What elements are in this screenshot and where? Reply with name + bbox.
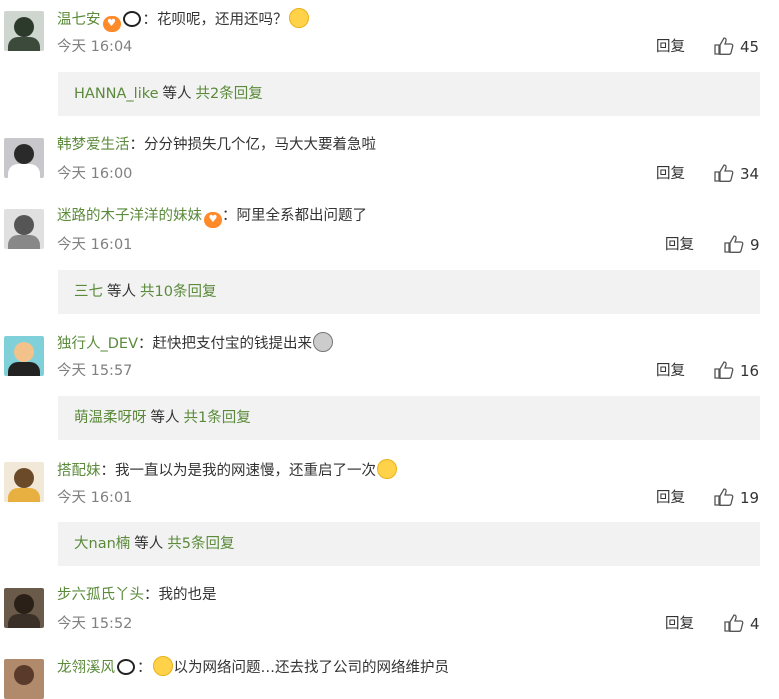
thumbs-up-icon <box>714 164 734 182</box>
vip-badge-icon: ♥ <box>102 16 121 32</box>
comment-text: 分分钟损失几个亿，马大大要着急啦 <box>144 137 376 153</box>
avatar[interactable] <box>4 209 44 249</box>
comment-text: 阿里全系都出问题了 <box>236 208 368 224</box>
sub-reply-bar[interactable]: 萌温柔呀呀 等人 共1条回复 <box>58 396 760 440</box>
laughing-face-emoji-icon <box>377 459 397 479</box>
avatar[interactable] <box>4 11 44 51</box>
sub-reply-bar[interactable]: HANNA_like 等人 共2条回复 <box>58 72 760 116</box>
like-button[interactable]: 19 <box>714 488 759 508</box>
sub-reply-bar[interactable]: 三七 等人 共10条回复 <box>58 270 760 314</box>
comment-text: 花呗呢，还用还吗？ <box>157 12 288 28</box>
sub-reply-total[interactable]: 共5条回复 <box>167 536 234 552</box>
sub-reply-total[interactable]: 共2条回复 <box>196 86 263 102</box>
reply-button[interactable]: 回复 <box>656 361 685 381</box>
like-button[interactable]: 4 <box>724 614 760 634</box>
avatar[interactable] <box>4 138 44 178</box>
cute-face-emoji-icon <box>288 8 309 28</box>
like-count: 34 <box>740 165 760 183</box>
reply-button[interactable]: 回复 <box>665 614 694 634</box>
avatar[interactable] <box>4 659 44 699</box>
like-count: 9 <box>750 236 760 254</box>
comment-text: 以为网络问题…还去找了公司的网络维护员 <box>173 660 450 676</box>
like-button[interactable]: 34 <box>714 164 759 184</box>
like-button[interactable]: 9 <box>724 235 760 255</box>
comment-text: 赶快把支付宝的钱提出来 <box>152 336 313 352</box>
avatar[interactable] <box>4 588 44 628</box>
like-button[interactable]: 16 <box>714 361 759 381</box>
comment-time: 今天 16:04 <box>57 39 133 55</box>
sub-reply-user[interactable]: HANNA_like <box>58 86 159 102</box>
avatar[interactable] <box>4 336 44 376</box>
username[interactable]: 龙翎溪风 <box>57 660 115 676</box>
like-count: 16 <box>740 362 760 380</box>
thumbs-up-icon <box>724 614 744 632</box>
username[interactable]: 韩梦爱生活 <box>57 137 130 153</box>
comment-time: 今天 16:01 <box>57 237 133 253</box>
reply-button[interactable]: 回复 <box>656 37 685 57</box>
thumbs-up-icon <box>714 361 734 379</box>
vip-badge-icon: ♥ <box>204 212 222 228</box>
sub-reply-user[interactable]: 萌温柔呀呀 <box>58 410 147 426</box>
sub-reply-user[interactable]: 大nan楠 <box>58 536 130 552</box>
comment-text: 我的也是 <box>158 587 217 603</box>
sub-reply-user[interactable]: 三七 <box>58 284 103 300</box>
avatar[interactable] <box>4 462 44 502</box>
sub-reply-total[interactable]: 共1条回复 <box>184 410 251 426</box>
username[interactable]: 搭配妹 <box>57 463 101 479</box>
reply-button[interactable]: 回复 <box>656 164 685 184</box>
comment-time: 今天 16:01 <box>57 490 133 506</box>
comment-time: 今天 15:57 <box>57 363 133 379</box>
username[interactable]: 温七安 <box>57 12 101 28</box>
panda-emoji-icon <box>117 659 135 675</box>
like-count: 4 <box>750 615 760 633</box>
like-count: 45 <box>740 38 760 56</box>
crying-face-emoji-icon <box>313 332 333 352</box>
like-count: 19 <box>740 489 760 507</box>
comment-time: 今天 16:00 <box>57 166 133 182</box>
sub-reply-total[interactable]: 共10条回复 <box>140 284 216 300</box>
like-button[interactable]: 45 <box>714 37 759 57</box>
username[interactable]: 步六孤氏丫头 <box>57 587 144 603</box>
thumbs-up-icon <box>714 37 734 55</box>
username[interactable]: 迷路的木子洋洋的妹妹 <box>57 208 202 224</box>
thumbs-up-icon <box>714 488 734 506</box>
thumbs-up-icon <box>724 235 744 253</box>
comment-text: 我一直以为是我的网速慢，还重启了一次 <box>115 463 376 479</box>
panda-emoji-icon <box>122 11 141 27</box>
username[interactable]: 独行人_DEV <box>57 336 138 352</box>
reply-button[interactable]: 回复 <box>665 235 694 255</box>
sweat-face-emoji-icon <box>152 656 173 676</box>
comment-time: 今天 15:52 <box>57 616 133 632</box>
sub-reply-bar[interactable]: 大nan楠 等人 共5条回复 <box>58 522 760 566</box>
reply-button[interactable]: 回复 <box>656 488 685 508</box>
